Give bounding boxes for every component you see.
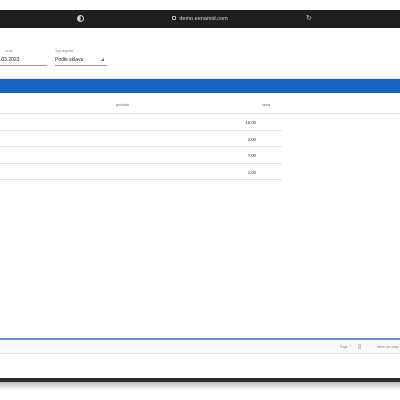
date-field-underline [0,65,47,66]
table-row[interactable]: 15.00 [0,114,282,131]
window-shadow [0,382,400,390]
report-type-underline [55,65,107,66]
lock-icon [172,15,177,20]
column-header-count[interactable]: cena [262,103,270,107]
table-row[interactable]: 2.00 [0,131,282,147]
column-header-product[interactable]: produkt [116,103,129,107]
reload-icon[interactable]: ↻ [306,14,312,24]
table-cell-value: 7.00 [247,153,256,158]
report-table: produkt cena 15.00 2.00 7.00 1.00 [0,95,400,180]
date-field[interactable]: .03.2023 [0,57,19,63]
address-bar[interactable]: demo.eenamid.com [0,14,400,24]
table-cell-value: 1.00 [247,169,256,175]
pagination-footer: Page 1 1 Items per page [0,340,400,354]
items-per-page-label: Items per page [377,345,399,349]
url-text: demo.eenamid.com [179,16,228,22]
dropdown-caret-icon[interactable] [101,58,104,61]
table-row[interactable]: 1.00 [0,164,282,180]
page-label: Page [340,345,348,349]
report-type-label: Typ reportu [55,49,73,53]
table-header: produkt cena [0,95,400,114]
table-row[interactable]: 7.00 [0,147,282,164]
date-field-label: ci do [5,49,13,53]
table-cell-value: 15.00 [245,120,256,125]
page-number-current[interactable]: 1 [349,344,352,349]
page-number-input[interactable]: 1 [358,344,361,349]
browser-toolbar: demo.eenamid.com ↻ [0,10,400,28]
report-type-select[interactable]: Podle sklavu [55,57,83,63]
accent-header-bar [0,79,400,93]
filter-panel: ci do .03.2023 Typ reportu Podle sklavu [0,28,400,78]
table-cell-value: 2.00 [247,136,256,142]
